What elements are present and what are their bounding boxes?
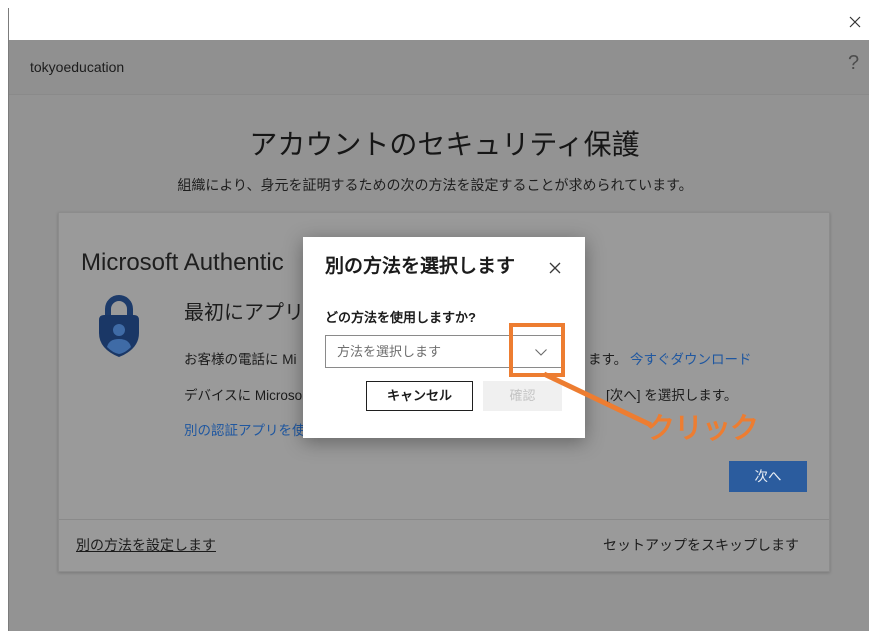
confirm-button: 確認 <box>483 381 562 411</box>
dialog-close-icon[interactable] <box>549 262 561 274</box>
annotation-highlight-box <box>509 323 565 377</box>
device-instruction: デバイスに Microso <box>184 388 303 403</box>
device-instruction-end: [次へ] を選択します。 <box>606 388 738 403</box>
next-button[interactable]: 次へ <box>729 461 807 492</box>
annotation-click-label: クリック <box>646 413 759 445</box>
organization-name: tokyoeducation <box>30 59 125 75</box>
close-icon[interactable] <box>849 16 861 28</box>
method-question-label: どの方法を使用しますか? <box>325 310 476 325</box>
window-titlebar <box>8 0 869 40</box>
install-instruction-end: ます。 <box>588 352 628 367</box>
download-now-link[interactable]: 今すぐダウンロード <box>630 351 752 369</box>
skip-setup-link[interactable]: セットアップをスキップします <box>603 536 799 554</box>
step-heading: 最初にアプリ <box>184 302 304 324</box>
other-auth-app-link[interactable]: 別の認証アプリを使 <box>184 422 306 440</box>
card-footer-divider <box>59 519 829 520</box>
cancel-button[interactable]: キャンセル <box>366 381 473 411</box>
help-icon[interactable]: ? <box>848 51 859 75</box>
method-select-placeholder: 方法を選択します <box>337 344 442 359</box>
page-title: アカウントのセキュリティ保護 <box>249 129 640 160</box>
dialog-title: 別の方法を選択します <box>325 256 516 277</box>
install-instruction: お客様の電話に Mi <box>184 352 297 367</box>
page-subtitle: 組織により、身元を証明するための次の方法を設定することが求められています。 <box>177 177 693 193</box>
setup-other-method-link[interactable]: 別の方法を設定します <box>76 536 216 554</box>
authenticator-app-icon <box>99 295 139 357</box>
page-header: tokyoeducation ? <box>9 40 869 95</box>
method-title: Microsoft Authentic <box>81 249 284 276</box>
